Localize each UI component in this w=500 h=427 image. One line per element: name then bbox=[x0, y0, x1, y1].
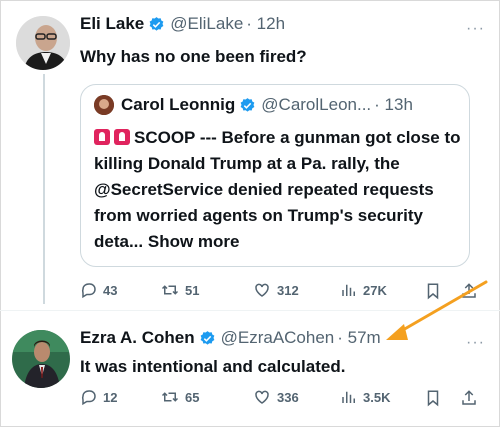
reply-button[interactable]: 12 bbox=[80, 388, 117, 406]
author-name[interactable]: Ezra A. Cohen bbox=[80, 328, 195, 348]
tweet-header: Eli Lake @EliLake · 12h bbox=[80, 14, 285, 34]
views-button[interactable]: 3.5K bbox=[340, 388, 390, 406]
bookmark-button[interactable] bbox=[424, 281, 447, 301]
verified-icon bbox=[149, 16, 164, 31]
quoted-tweet-text: SCOOP --- Before a gunman got close to k… bbox=[94, 125, 464, 255]
repost-count: 65 bbox=[185, 389, 200, 405]
reply-count: 43 bbox=[103, 282, 118, 298]
quoted-tweet-header: Carol Leonnig @CarolLeon... · 13h bbox=[121, 95, 413, 115]
reply-button[interactable]: 43 bbox=[80, 281, 117, 299]
tweet-text: Why has no one been fired? bbox=[80, 47, 307, 66]
views-count: 3.5K bbox=[363, 389, 391, 405]
more-options-button[interactable]: ··· bbox=[466, 20, 485, 38]
repost-icon bbox=[161, 285, 179, 295]
quoted-author-handle: @CarolLeon... bbox=[261, 95, 372, 114]
repost-count: 51 bbox=[185, 282, 200, 298]
reply-count: 12 bbox=[103, 389, 118, 405]
tweet-actions: 43 51 312 27K bbox=[80, 281, 480, 303]
views-icon bbox=[342, 391, 355, 403]
views-button[interactable]: 27K bbox=[340, 281, 387, 299]
author-name[interactable]: Eli Lake bbox=[80, 14, 144, 34]
views-count: 27K bbox=[363, 282, 387, 298]
tweet-header: Ezra A. Cohen @EzraACohen · 57m bbox=[80, 328, 381, 348]
author-handle[interactable]: @EzraACohen bbox=[221, 328, 335, 348]
thread-line bbox=[43, 74, 45, 304]
tweet-ezra-cohen[interactable]: Ezra A. Cohen @EzraACohen · 57m ··· It w… bbox=[0, 310, 500, 427]
avatar bbox=[94, 95, 114, 115]
like-icon bbox=[255, 390, 269, 404]
share-button[interactable] bbox=[460, 281, 483, 301]
share-button[interactable] bbox=[460, 388, 483, 408]
timestamp[interactable]: · 12h bbox=[246, 14, 285, 34]
tweet-text: It was intentional and calculated. bbox=[80, 357, 346, 376]
like-count: 312 bbox=[277, 282, 299, 298]
tweet-eli-lake[interactable]: Eli Lake @EliLake · 12h ··· Why has no o… bbox=[0, 0, 500, 310]
author-handle[interactable]: @EliLake bbox=[170, 14, 243, 34]
like-button[interactable]: 312 bbox=[252, 281, 299, 299]
share-icon bbox=[462, 283, 476, 298]
show-more-link[interactable]: Show more bbox=[148, 232, 240, 251]
more-options-button[interactable]: ··· bbox=[466, 334, 485, 352]
like-icon bbox=[255, 283, 269, 297]
quoted-tweet[interactable]: Carol Leonnig @CarolLeon... · 13h SCOOP … bbox=[80, 84, 470, 267]
avatar[interactable] bbox=[12, 330, 70, 388]
bookmark-icon bbox=[427, 283, 439, 300]
quoted-author-name: Carol Leonnig bbox=[121, 95, 236, 114]
repost-icon bbox=[161, 392, 179, 402]
share-icon bbox=[462, 390, 476, 405]
reply-icon bbox=[81, 390, 96, 406]
timestamp[interactable]: · 57m bbox=[337, 328, 380, 348]
views-icon bbox=[342, 284, 355, 296]
bookmark-button[interactable] bbox=[424, 388, 447, 408]
bookmark-icon bbox=[427, 390, 439, 407]
verified-icon bbox=[240, 97, 255, 112]
siren-icon bbox=[94, 129, 110, 145]
verified-icon bbox=[200, 330, 214, 345]
like-button[interactable]: 336 bbox=[252, 388, 299, 406]
repost-button[interactable]: 51 bbox=[160, 281, 199, 299]
tweet-actions: 12 65 336 3.5K bbox=[80, 388, 480, 410]
reply-icon bbox=[81, 283, 96, 299]
quoted-timestamp: · 13h bbox=[374, 95, 413, 114]
siren-icon bbox=[114, 129, 130, 145]
like-count: 336 bbox=[277, 389, 299, 405]
avatar[interactable] bbox=[16, 16, 70, 70]
repost-button[interactable]: 65 bbox=[160, 388, 199, 406]
